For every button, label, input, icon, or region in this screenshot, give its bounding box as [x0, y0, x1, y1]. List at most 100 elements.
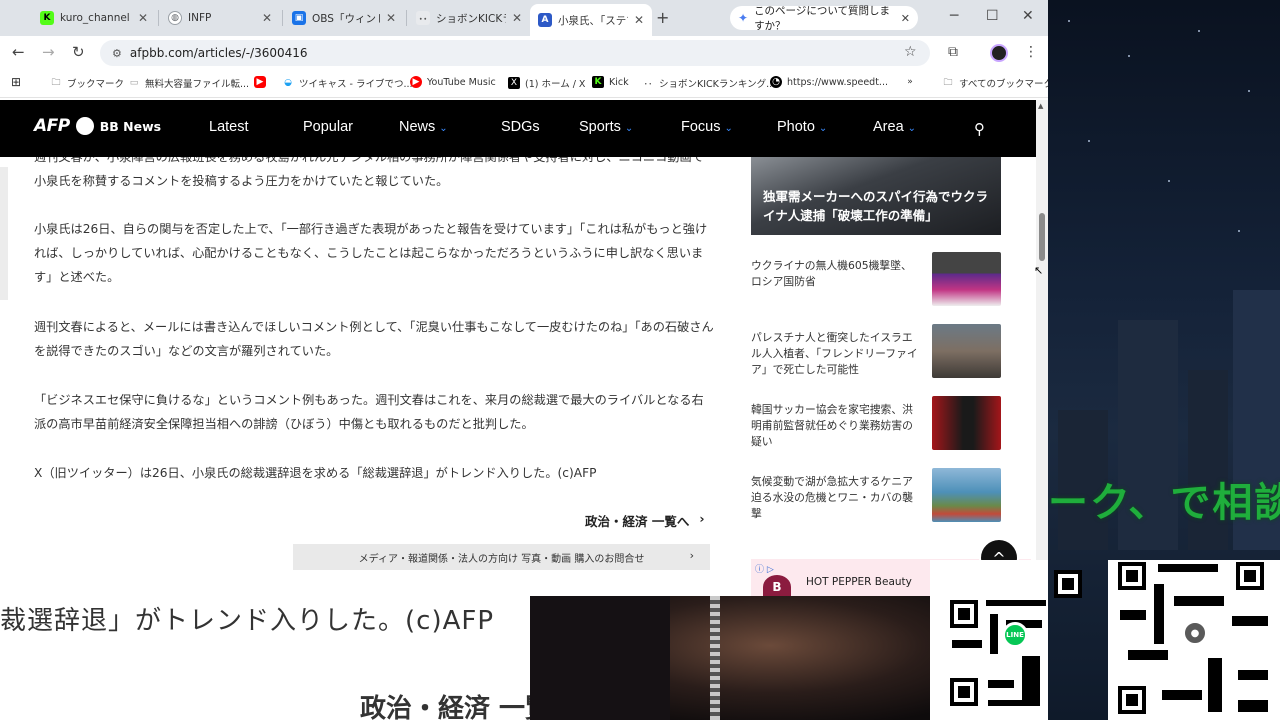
kick-icon: K — [40, 11, 54, 25]
related-title: 気候変動で湖が急拡大するケニア 迫る水没の危機とワニ・カバの襲撃 — [751, 475, 913, 520]
nav-news[interactable]: News ⌄ — [399, 119, 448, 135]
category-list-link[interactable]: 政治・経済 一覧へ › — [585, 511, 705, 530]
qr-module — [1174, 596, 1224, 606]
star — [1068, 20, 1070, 22]
qr-finder — [950, 678, 978, 706]
ad-label: HOT PEPPER Beauty — [806, 576, 912, 588]
logo-ball-icon — [75, 117, 94, 135]
bookmark-item[interactable]: 🗀 ブックマーク — [50, 76, 124, 90]
bookmark-item[interactable]: K Kick — [592, 76, 629, 88]
nav-label: Photo — [777, 119, 815, 135]
browser-toolbar: ← → ↻ ⚙ afpbb.com/articles/-/3600416 ☆ ⧉… — [0, 36, 1048, 70]
bookmark-label: ショボンKICKランキング... — [659, 79, 776, 90]
close-icon[interactable]: ✕ — [386, 11, 396, 25]
nav-sdgs[interactable]: SDGs — [501, 119, 540, 135]
bookmark-item[interactable]: ▭ 無料大容量ファイル転... — [128, 76, 249, 90]
related-thumbnail — [932, 324, 1001, 378]
zoom-text: 政治・経済 一覧 — [360, 694, 530, 720]
extensions-icon[interactable]: ⧉ — [948, 44, 958, 60]
scrollbar-thumb[interactable] — [1039, 213, 1045, 261]
bookmark-label: Kick — [609, 76, 629, 88]
bookmark-label: ブックマーク — [67, 79, 125, 90]
tab[interactable]: ◍ INFP ✕ — [160, 4, 280, 32]
new-tab-button[interactable]: + — [656, 8, 669, 27]
related-article[interactable]: 気候変動で湖が急拡大するケニア 迫る水没の危機とワニ・カバの襲撃 — [751, 468, 1001, 524]
qr-module — [1128, 650, 1168, 660]
bookmark-item[interactable]: ▶ — [254, 76, 266, 88]
nav-sports[interactable]: Sports ⌄ — [579, 119, 633, 135]
bookmark-item[interactable]: ◔ https://www.speedt... — [770, 76, 888, 88]
qr-finder — [1054, 570, 1082, 598]
scrollbar[interactable]: ▲ — [1036, 100, 1048, 596]
star-icon[interactable]: ☆ — [904, 44, 917, 60]
nav-area[interactable]: Area ⌄ — [873, 119, 916, 135]
close-icon[interactable]: ✕ — [512, 11, 522, 25]
menu-icon[interactable]: ⋮ — [1024, 44, 1038, 60]
gemini-prompt-label: このページについて質問しますか？ — [754, 5, 891, 32]
search-icon[interactable]: ⚲ — [974, 120, 985, 138]
ad-info-icon[interactable]: ⓘ ▷ — [755, 562, 774, 575]
article-paragraph: 「ビジネスエセ保守に負けるな」というコメント例もあった。週刊文春はこれを、来月の… — [34, 393, 704, 431]
qr-module — [1238, 670, 1268, 680]
close-icon[interactable]: ✕ — [901, 12, 910, 25]
tab[interactable]: ･･ ショボンKICKラン ✕ — [408, 4, 530, 32]
star — [1168, 180, 1170, 182]
gemini-prompt[interactable]: ✦ このページについて質問しますか？ ✕ — [730, 5, 918, 32]
address-bar[interactable]: ⚙ afpbb.com/articles/-/3600416 — [100, 40, 930, 66]
close-window-icon[interactable]: ✕ — [1022, 8, 1034, 24]
tab-separator — [158, 10, 159, 26]
tab[interactable]: K kuro_channel ✕ — [32, 4, 156, 32]
tab[interactable]: ▣ OBS「ウィンドウ ✕ — [284, 4, 404, 32]
related-article[interactable]: ウクライナの無人機605機撃墜、ロシア国防省 — [751, 252, 1001, 308]
bookmark-label: ツイキャス - ライブでつ... — [299, 79, 413, 90]
minimize-icon[interactable]: ─ — [950, 8, 958, 24]
featured-article[interactable]: 独軍需メーカーへのスパイ行為でウクライナ人逮捕「破壊工作の準備」 — [751, 157, 1001, 235]
apps-icon[interactable]: ⊞ — [10, 75, 22, 89]
star — [1128, 55, 1130, 57]
media-inquiry-button[interactable]: メディア・報道関係・法人の方向け 写真・動画 購入のお問合せ › — [293, 544, 710, 570]
chat-bubble-icon: ● — [1182, 620, 1208, 646]
bookmarks-bar: ⊞ 🗀 ブックマーク ▭ 無料大容量ファイル転... ▶ ◒ ツイキャス - ライブで… — [0, 70, 1048, 98]
globe-icon: ◍ — [168, 11, 182, 25]
bookmark-item[interactable]: ◒ ツイキャス - ライブでつ... — [282, 76, 413, 90]
bookmark-item[interactable]: ▶ YouTube Music — [410, 76, 496, 88]
bookmark-label: すべてのブックマーク — [959, 79, 1048, 90]
nav-focus[interactable]: Focus ⌄ — [681, 119, 733, 135]
bookmark-item[interactable]: X (1) ホーム / X — [508, 76, 585, 90]
reload-icon[interactable]: ↻ — [72, 43, 85, 61]
shobon-icon: ･･ — [416, 11, 430, 25]
maximize-icon[interactable]: ☐ — [986, 8, 999, 24]
zoom-text: 裁選辞退」がトレンド入りした。(c)AFP — [0, 606, 495, 636]
afp-logo[interactable]: AFP BB News — [34, 116, 161, 136]
qr-finder — [950, 600, 978, 628]
forward-icon[interactable]: → — [42, 43, 55, 61]
profile-avatar[interactable] — [990, 44, 1008, 62]
close-icon[interactable]: ✕ — [634, 13, 644, 27]
tab-active[interactable]: A 小泉氏、「ステマ ✕ — [530, 4, 652, 36]
site-info-icon[interactable]: ⚙ — [112, 47, 122, 60]
nav-latest[interactable]: Latest — [209, 119, 249, 135]
more-bookmarks-icon[interactable]: » — [904, 76, 916, 88]
close-icon[interactable]: ✕ — [138, 11, 148, 25]
nav-popular[interactable]: Popular — [303, 119, 353, 135]
qr-module — [986, 600, 1046, 606]
back-icon[interactable]: ← — [12, 43, 25, 61]
youtube-music-icon: ▶ — [410, 76, 422, 88]
nav-photo[interactable]: Photo ⌄ — [777, 119, 827, 135]
qr-module — [952, 640, 982, 648]
qr-finder — [1118, 686, 1146, 714]
nav-label: Popular — [303, 119, 353, 135]
twitcasting-icon: ◒ — [284, 78, 292, 88]
bookmark-item[interactable]: 🗀 すべてのブックマーク — [942, 76, 1048, 90]
related-thumbnail — [932, 252, 1001, 306]
related-article[interactable]: パレスチナ人と衝突したイスラエル人入植者、「フレンドリーファイア」で死亡した可能… — [751, 324, 1001, 380]
chevron-down-icon: ⌄ — [624, 123, 634, 134]
nav-label: SDGs — [501, 119, 540, 135]
article-paragraph: 週刊文春が、小泉陣営の広報班長を務める牧島かれん元デジタル相の事務所が陣営関係者… — [34, 157, 704, 188]
related-article[interactable]: 韓国サッカー協会を家宅捜索、洪明甫前監督就任めぐり業務妨害の疑い — [751, 396, 1001, 452]
bookmark-item[interactable]: ･･ ショボンKICKランキング... — [642, 76, 775, 90]
qr-module — [1232, 616, 1268, 626]
close-icon[interactable]: ✕ — [262, 11, 272, 25]
scroll-up-icon[interactable]: ▲ — [1038, 102, 1043, 110]
featured-caption: 独軍需メーカーへのスパイ行為でウクライナ人逮捕「破壊工作の準備」 — [763, 189, 989, 223]
